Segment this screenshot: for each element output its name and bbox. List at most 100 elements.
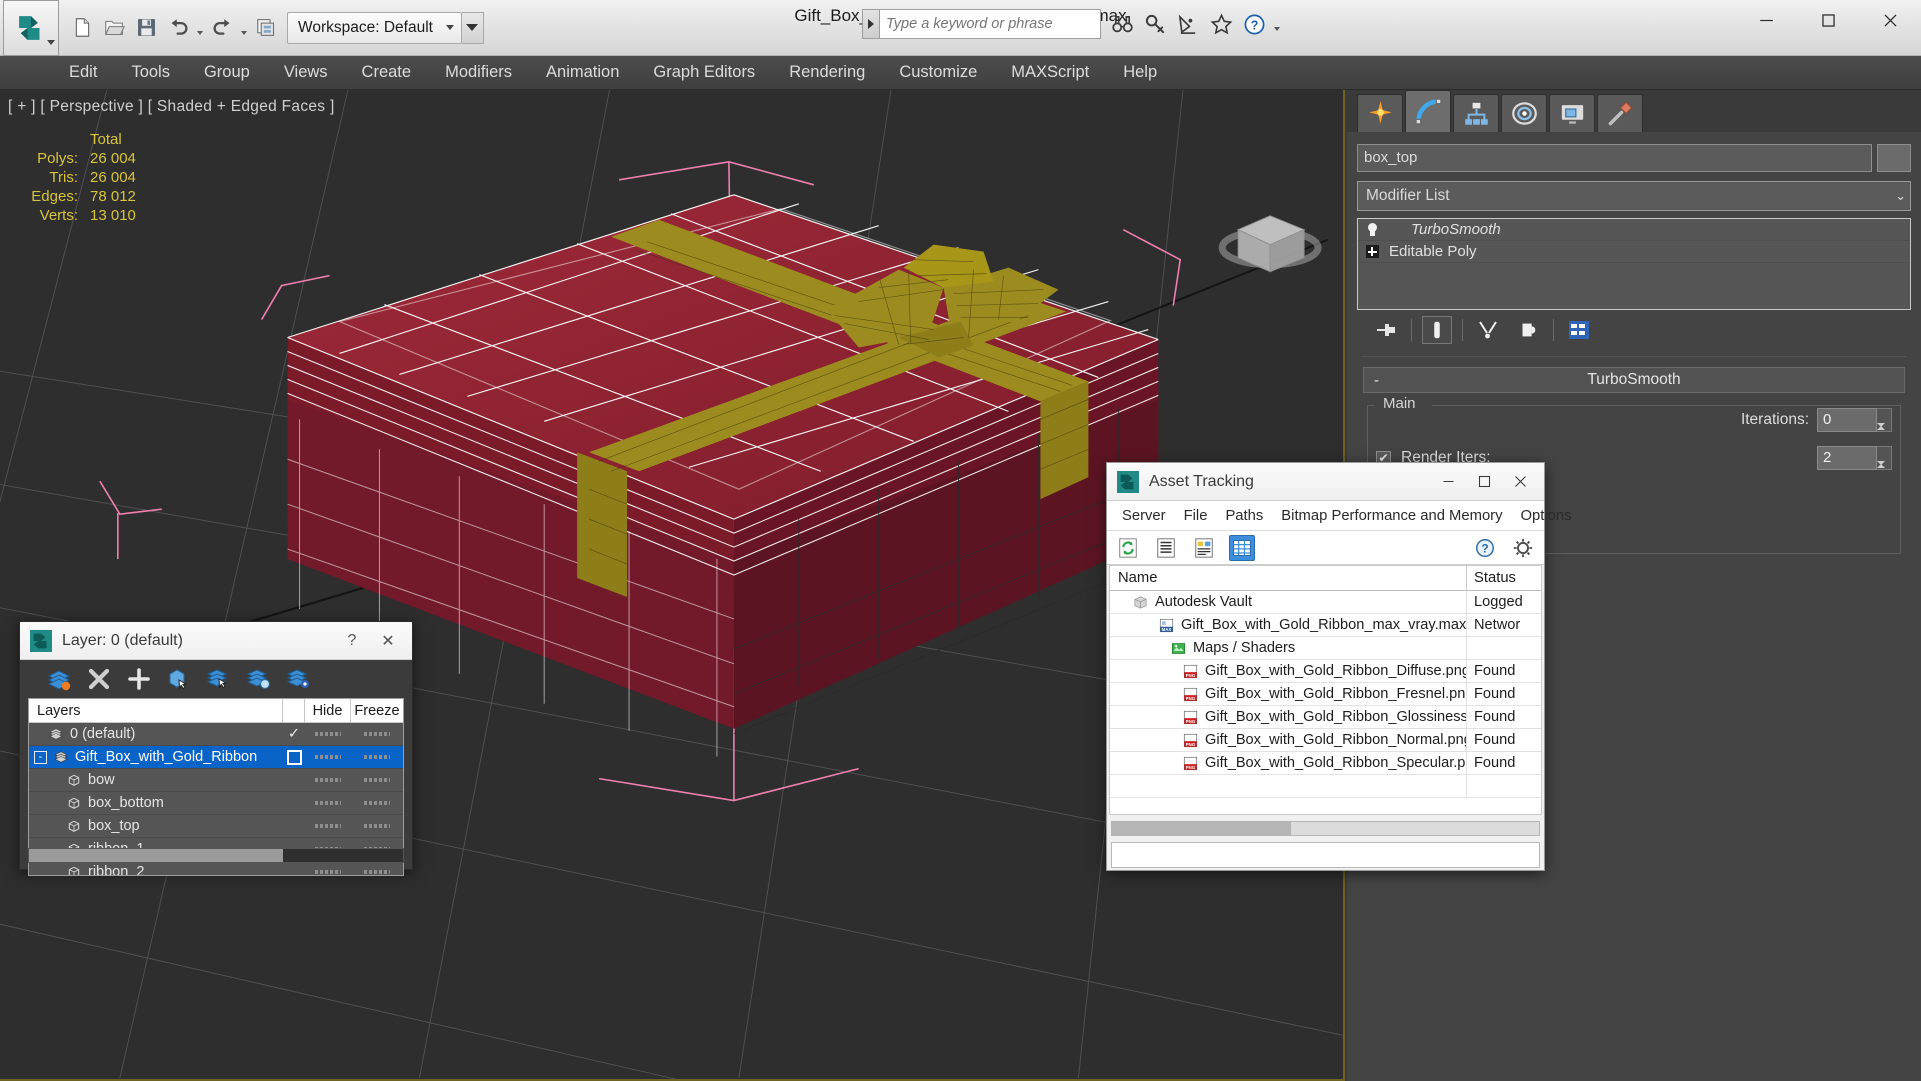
menu-customize[interactable]: Customize xyxy=(882,59,994,86)
menu-help[interactable]: Help xyxy=(1106,59,1174,86)
asset-dialog-close-button[interactable] xyxy=(1502,467,1538,497)
favorites-star-icon[interactable] xyxy=(1206,9,1236,39)
modifier-stack-item-turbosmooth[interactable]: TurboSmooth xyxy=(1358,219,1910,241)
make-current-checkbox[interactable] xyxy=(283,749,305,765)
asset-row-specular[interactable]: PNG Gift_Box_with_Gold_Ribbon_Specular.p… xyxy=(1110,752,1541,775)
create-new-layer-button[interactable] xyxy=(46,666,72,692)
render-iters-spinner[interactable]: 2 xyxy=(1817,446,1892,482)
configure-modifier-sets-button[interactable] xyxy=(1564,316,1594,344)
menu-maxscript[interactable]: MAXScript xyxy=(994,59,1106,86)
settings-button[interactable] xyxy=(1510,535,1536,561)
help-question-icon[interactable]: ? xyxy=(1239,9,1269,39)
close-button[interactable] xyxy=(1859,0,1921,40)
select-objects-in-layer-button[interactable] xyxy=(166,666,192,692)
highlight-selected-objects-layer-button[interactable] xyxy=(246,666,272,692)
layer-row-0-default[interactable]: 0 (default) ✓ xyxy=(29,723,403,746)
save-file-button[interactable] xyxy=(131,13,161,43)
display-tab[interactable] xyxy=(1549,94,1595,132)
add-selection-to-layer-button[interactable] xyxy=(126,666,152,692)
menu-modifiers[interactable]: Modifiers xyxy=(428,59,529,86)
current-layer-checkmark[interactable]: ✓ xyxy=(283,726,305,742)
menu-graph-editors[interactable]: Graph Editors xyxy=(636,59,772,86)
turbosmooth-rollout-header[interactable]: - TurboSmooth xyxy=(1363,367,1905,393)
layer-row-bow[interactable]: bow xyxy=(29,769,403,792)
asset-menu-options[interactable]: Options xyxy=(1512,504,1581,528)
refresh-button[interactable] xyxy=(1115,535,1141,561)
asset-dialog-titlebar[interactable]: Asset Tracking xyxy=(1107,463,1544,501)
search-key-icon[interactable] xyxy=(1140,9,1170,39)
create-tab[interactable] xyxy=(1357,94,1403,132)
satellite-dish-icon[interactable] xyxy=(1173,9,1203,39)
layer-row-gift-box[interactable]: - Gift_Box_with_Gold_Ribbon xyxy=(29,746,403,769)
hide-toggle[interactable] xyxy=(305,755,351,759)
menu-tools[interactable]: Tools xyxy=(114,59,187,86)
search-expand-button[interactable] xyxy=(862,9,879,39)
asset-tracking-dialog[interactable]: Asset Tracking Server File Paths Bitmap … xyxy=(1106,462,1572,871)
maximize-button[interactable] xyxy=(1797,0,1859,40)
asset-row-diffuse[interactable]: PNG Gift_Box_with_Gold_Ribbon_Diffuse.pn… xyxy=(1110,660,1541,683)
motion-tab[interactable] xyxy=(1501,94,1547,132)
scrollbar-thumb[interactable] xyxy=(1112,822,1292,835)
search-binoculars-icon[interactable] xyxy=(1107,9,1137,39)
menu-views[interactable]: Views xyxy=(267,59,345,86)
open-file-button[interactable] xyxy=(99,13,129,43)
asset-menu-file[interactable]: File xyxy=(1175,504,1217,528)
hide-toggle[interactable] xyxy=(305,801,351,805)
layer-row-ribbon-2[interactable]: ribbon_2 xyxy=(29,861,403,875)
redo-dropdown[interactable] xyxy=(239,13,249,43)
asset-menu-bitmap-performance[interactable]: Bitmap Performance and Memory xyxy=(1272,504,1511,528)
hide-toggle[interactable] xyxy=(305,732,351,736)
utilities-tab[interactable] xyxy=(1597,94,1643,132)
object-name-field[interactable]: box_top xyxy=(1357,144,1872,172)
render-iters-spin-buttons[interactable] xyxy=(1877,446,1892,482)
undo-dropdown[interactable] xyxy=(195,13,205,43)
menu-create[interactable]: Create xyxy=(345,59,429,86)
hierarchy-tab[interactable] xyxy=(1453,94,1499,132)
layer-row-box-bottom[interactable]: box_bottom xyxy=(29,792,403,815)
layer-dialog-titlebar[interactable]: Layer: 0 (default) ? ✕ xyxy=(20,622,412,660)
freeze-toggle[interactable] xyxy=(351,732,403,736)
workspace-selector[interactable]: Workspace: Default xyxy=(287,11,462,44)
asset-menu-server[interactable]: Server xyxy=(1113,504,1175,528)
remove-modifier-button[interactable] xyxy=(1513,316,1543,344)
new-file-button[interactable] xyxy=(67,13,97,43)
freeze-toggle[interactable] xyxy=(351,801,403,805)
asset-row-glossiness[interactable]: PNG Gift_Box_with_Gold_Ribbon_Glossiness… xyxy=(1110,706,1541,729)
bulb-icon[interactable] xyxy=(1364,222,1380,237)
object-color-swatch[interactable] xyxy=(1877,144,1911,172)
layer-row-box-top[interactable]: box_top xyxy=(29,815,403,838)
undo-button[interactable] xyxy=(163,13,193,43)
iterations-spinner[interactable]: 0 xyxy=(1817,408,1892,444)
render-iters-value[interactable]: 2 xyxy=(1817,446,1877,470)
redo-button[interactable] xyxy=(207,13,237,43)
table-view-button[interactable] xyxy=(1229,534,1255,561)
iterations-spin-buttons[interactable] xyxy=(1877,408,1892,444)
asset-dialog-maximize-button[interactable] xyxy=(1466,467,1502,497)
layer-properties-button[interactable] xyxy=(286,666,312,692)
asset-dialog-minimize-button[interactable] xyxy=(1430,467,1466,497)
asset-list[interactable]: Name Status Autodesk Vault Logged MAX Gi… xyxy=(1109,565,1542,815)
scrollbar-thumb[interactable] xyxy=(29,849,284,862)
plus-box-icon[interactable] xyxy=(1364,245,1380,258)
modifier-list-dropdown[interactable]: Modifier List ⌄ xyxy=(1357,181,1911,211)
layer-dialog[interactable]: Layer: 0 (default) ? ✕ Layers Hide Freez… xyxy=(19,621,413,876)
iterations-value[interactable]: 0 xyxy=(1817,408,1877,432)
make-unique-button[interactable] xyxy=(1473,316,1503,344)
modifier-stack[interactable]: TurboSmooth Editable Poly xyxy=(1357,218,1911,310)
freeze-toggle[interactable] xyxy=(351,824,403,828)
detail-view-button[interactable] xyxy=(1191,535,1217,561)
asset-row-normal[interactable]: PNG Gift_Box_with_Gold_Ribbon_Normal.png… xyxy=(1110,729,1541,752)
search-input[interactable] xyxy=(879,9,1101,39)
layer-dialog-help-button[interactable]: ? xyxy=(334,626,370,656)
minimize-button[interactable] xyxy=(1735,0,1797,40)
asset-row-max-file[interactable]: MAX Gift_Box_with_Gold_Ribbon_max_vray.m… xyxy=(1110,614,1541,637)
hide-toggle[interactable] xyxy=(305,870,351,874)
freeze-toggle[interactable] xyxy=(351,778,403,782)
asset-row-vault[interactable]: Autodesk Vault Logged xyxy=(1110,591,1541,614)
modify-tab[interactable] xyxy=(1405,90,1451,132)
pin-stack-button[interactable] xyxy=(1371,316,1401,344)
list-view-button[interactable] xyxy=(1153,535,1179,561)
asset-list-horizontal-scrollbar[interactable] xyxy=(1111,821,1540,836)
asset-menu-paths[interactable]: Paths xyxy=(1216,504,1272,528)
help-dropdown[interactable] xyxy=(1272,9,1282,39)
